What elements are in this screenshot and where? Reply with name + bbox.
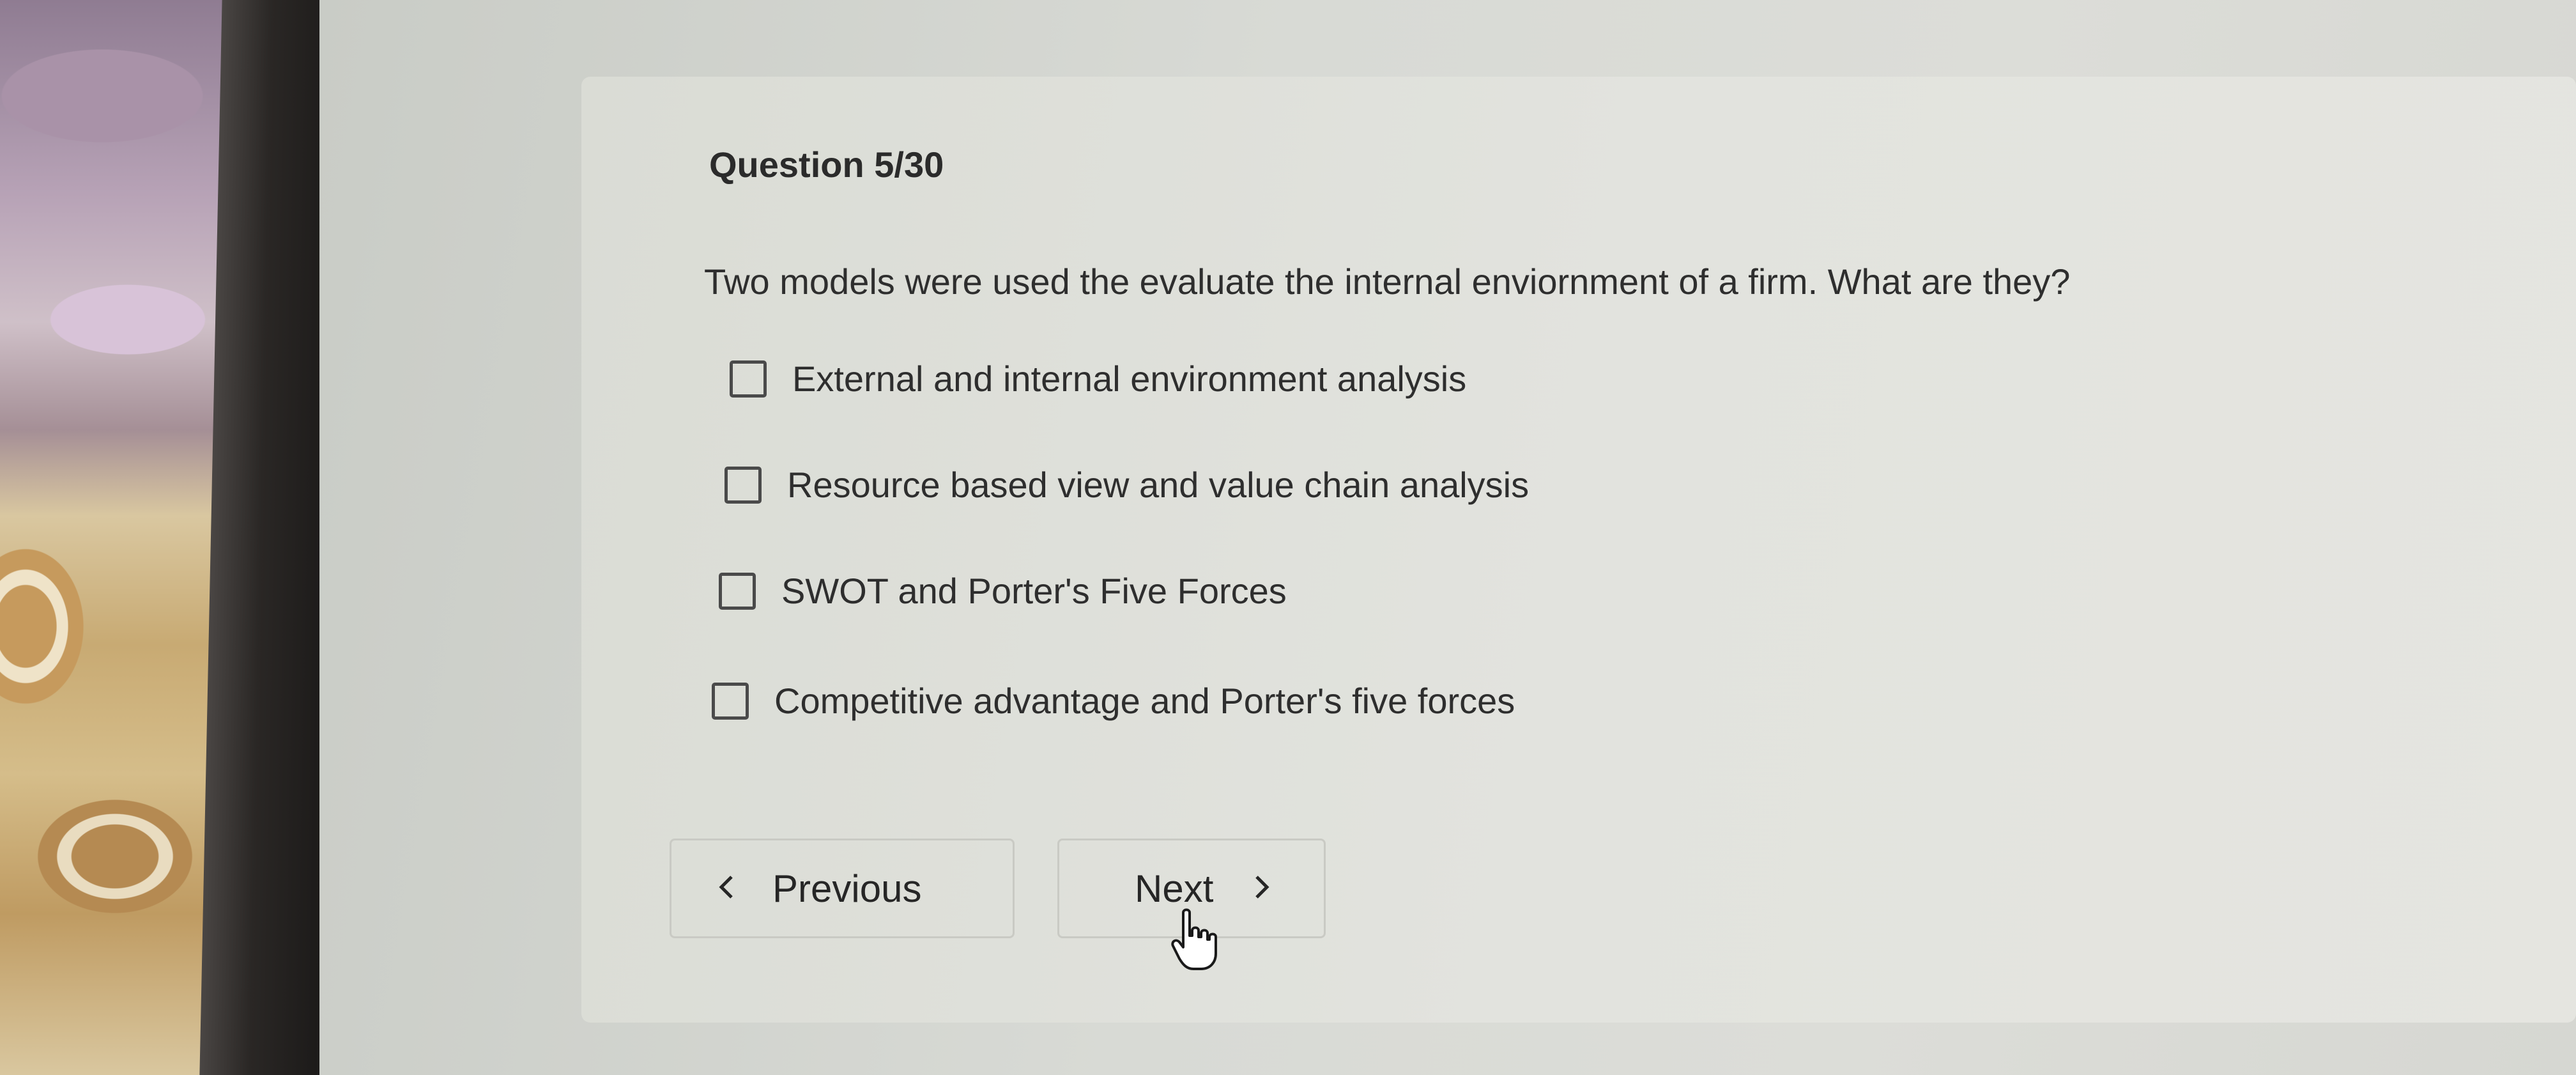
answer-option-label: External and internal environment analys…	[792, 359, 1467, 399]
checkbox[interactable]	[712, 682, 749, 720]
question-text: Two models were used the evaluate the in…	[704, 261, 2071, 302]
answer-option-2[interactable]: Resource based view and value chain anal…	[724, 464, 1529, 506]
answer-option-3[interactable]: SWOT and Porter's Five Forces	[719, 570, 1287, 612]
previous-button-label: Previous	[772, 867, 922, 910]
checkbox[interactable]	[730, 360, 767, 398]
answer-option-label: Resource based view and value chain anal…	[787, 465, 1529, 505]
checkbox[interactable]	[719, 572, 756, 610]
answer-option-label: Competitive advantage and Porter's five …	[774, 681, 1515, 721]
hand-pointer-icon	[1169, 908, 1220, 971]
answer-option-4[interactable]: Competitive advantage and Porter's five …	[712, 680, 1515, 722]
checkbox[interactable]	[724, 466, 762, 504]
chevron-right-icon	[1253, 868, 1272, 909]
next-button-label: Next	[1135, 867, 1214, 910]
previous-button[interactable]: Previous	[670, 839, 1015, 938]
photo-frame: Question 5/30 Two models were used the e…	[0, 0, 2576, 1075]
answer-option-label: SWOT and Porter's Five Forces	[781, 571, 1287, 611]
answer-option-1[interactable]: External and internal environment analys…	[730, 358, 1466, 399]
chevron-left-icon	[716, 868, 735, 909]
question-counter: Question 5/30	[709, 144, 944, 185]
